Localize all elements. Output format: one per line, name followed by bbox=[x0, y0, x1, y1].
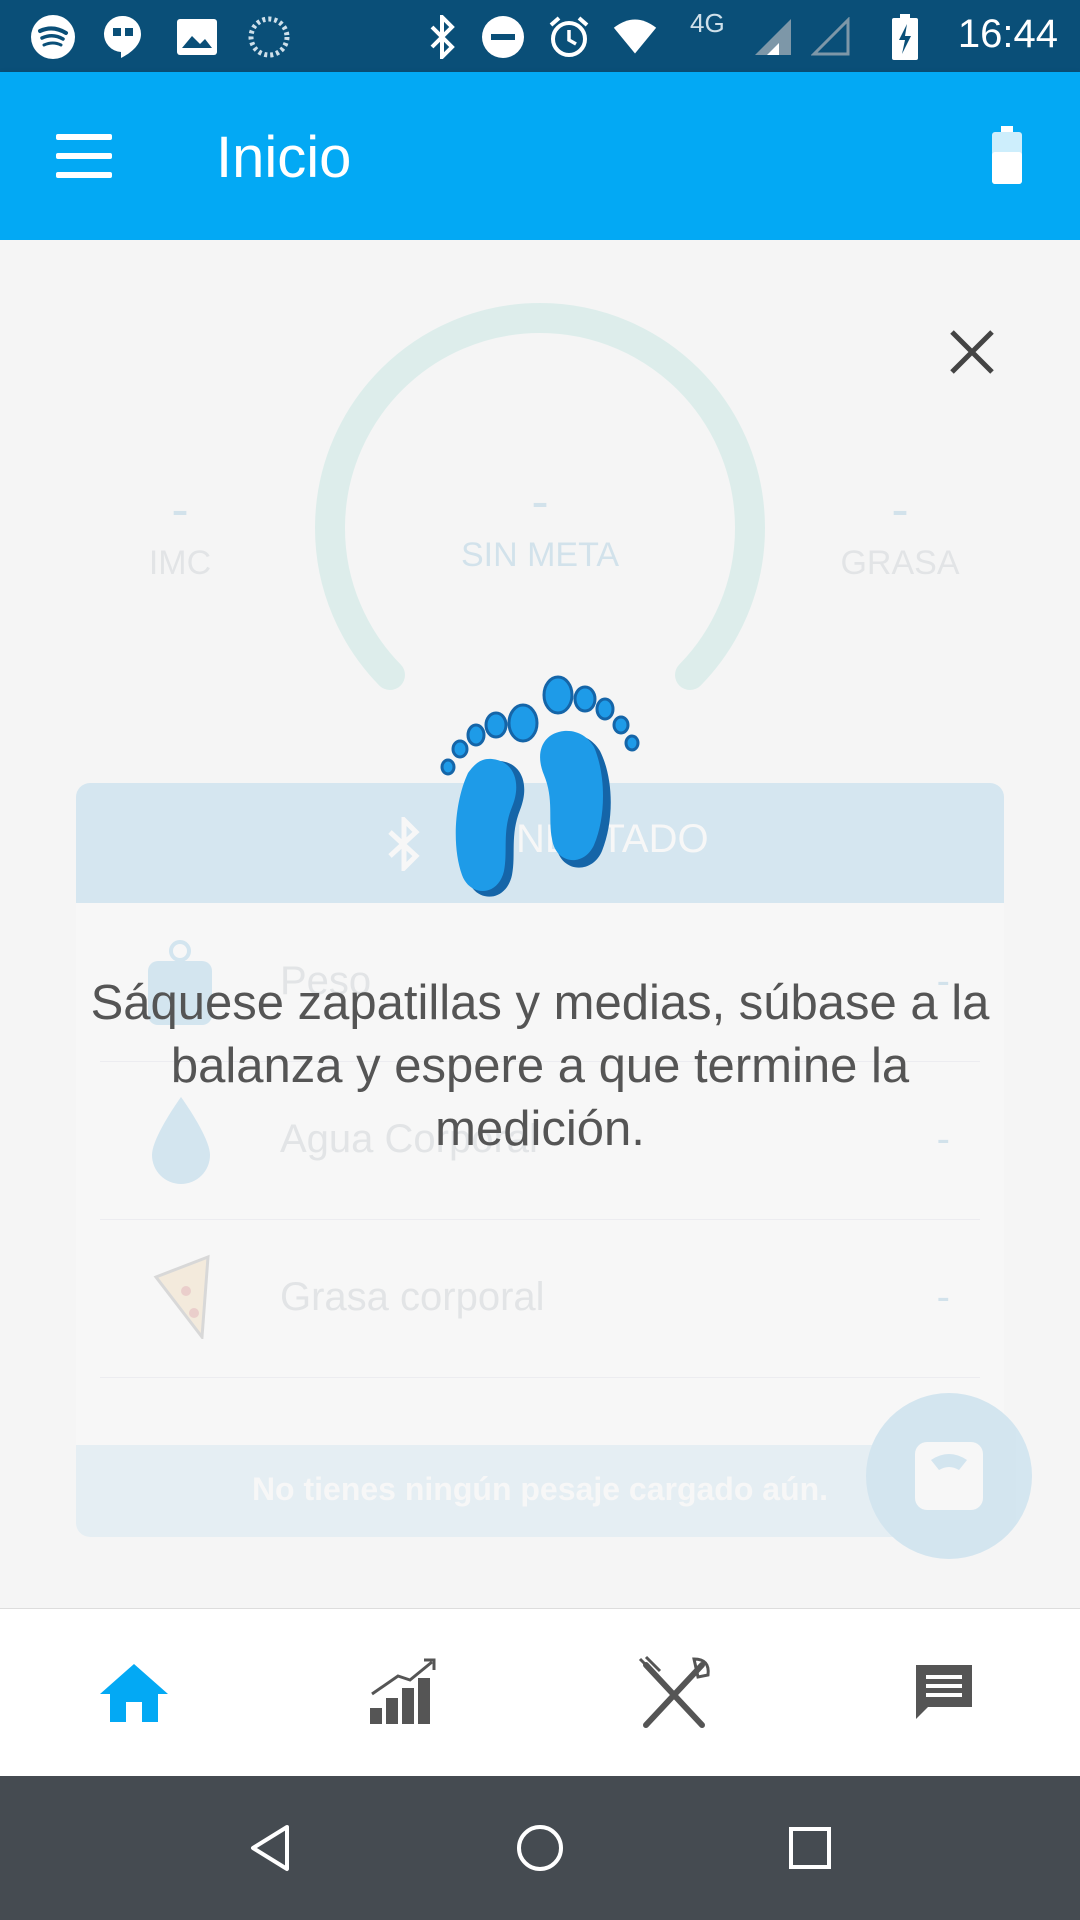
system-navigation-bar bbox=[0, 1776, 1080, 1920]
status-bar: 4G 16:44 bbox=[0, 0, 1080, 72]
signal-icon bbox=[750, 14, 796, 60]
nav-messages[interactable] bbox=[894, 1643, 994, 1743]
imc-metric: - IMC bbox=[148, 481, 212, 582]
list-item-fat[interactable]: Grasa corporal - bbox=[100, 1219, 980, 1378]
home-button-icon[interactable] bbox=[504, 1812, 576, 1884]
nav-statistics[interactable] bbox=[354, 1643, 454, 1743]
empty-weighings-banner: No tienes ningún pesaje cargado aún. bbox=[76, 1445, 1004, 1537]
app-bar: Inicio bbox=[0, 72, 1080, 240]
fork-knife-icon bbox=[638, 1655, 710, 1728]
scale-fab-button[interactable] bbox=[866, 1393, 1032, 1559]
stats-chart-icon bbox=[370, 1658, 436, 1724]
clock: 16:44 bbox=[957, 12, 1058, 56]
bluetooth-icon bbox=[388, 817, 420, 871]
recents-icon[interactable] bbox=[774, 1812, 846, 1884]
bottom-navigation bbox=[0, 1608, 1080, 1777]
gallery-icon bbox=[174, 14, 220, 60]
scale-icon bbox=[915, 1442, 983, 1510]
dnd-icon bbox=[480, 14, 526, 60]
wifi-icon bbox=[612, 14, 658, 60]
home-icon bbox=[100, 1664, 168, 1722]
sync-icon bbox=[246, 14, 292, 60]
back-icon[interactable] bbox=[234, 1812, 306, 1884]
menu-icon[interactable] bbox=[56, 134, 112, 178]
network-type: 4G bbox=[690, 8, 725, 38]
instruction-text: Sáquese zapatillas y medias, súbase a la… bbox=[90, 976, 990, 1156]
main-content: - IMC - SIN META - GRASA NECTADO Peso - … bbox=[0, 240, 1080, 1608]
scale-battery-icon[interactable] bbox=[992, 126, 1022, 184]
signal-empty-icon bbox=[808, 14, 854, 60]
hangouts-icon bbox=[100, 14, 146, 60]
nav-nutrition[interactable] bbox=[624, 1643, 724, 1743]
spotify-icon bbox=[30, 14, 76, 60]
fat-metric: - GRASA bbox=[840, 481, 960, 582]
background-dashboard: - IMC - SIN META - GRASA NECTADO Peso - … bbox=[0, 240, 1080, 1608]
close-icon[interactable] bbox=[942, 322, 1002, 382]
chat-icon bbox=[916, 1665, 972, 1719]
bluetooth-icon bbox=[420, 14, 466, 60]
pizza-icon bbox=[153, 1254, 210, 1339]
alarm-icon bbox=[546, 14, 592, 60]
battery-charging-icon bbox=[882, 14, 928, 60]
goal-metric: - SIN META bbox=[460, 473, 620, 574]
nav-home[interactable] bbox=[84, 1643, 184, 1743]
page-title: Inicio bbox=[216, 125, 352, 190]
bare-feet-icon bbox=[440, 675, 640, 897]
